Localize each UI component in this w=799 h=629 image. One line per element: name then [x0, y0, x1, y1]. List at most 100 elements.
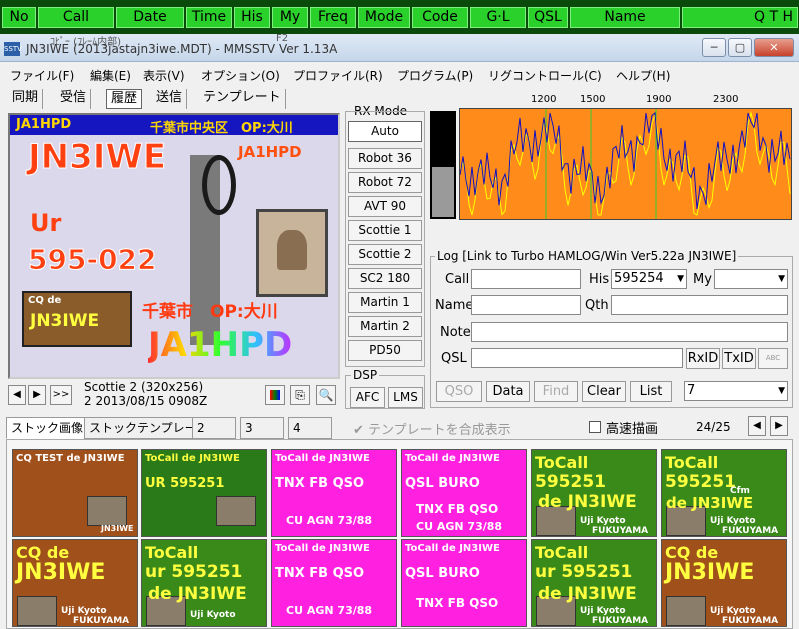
stock-tab-images[interactable]: ストック画像 [6, 417, 89, 439]
stock-thumbnail[interactable]: CQ de JN3IWE Uji Kyoto FUKUYAMA [661, 539, 787, 627]
stock-thumbnail[interactable]: ToCall de JN3IWE QSL BURO TNX FB QSO [401, 539, 527, 627]
tab-template[interactable]: テンプレート [199, 89, 286, 109]
rx-sc2-180-button[interactable]: SC2 180 [348, 268, 422, 289]
menu-option[interactable]: オプション(O) [201, 67, 280, 84]
col-my[interactable]: My [272, 7, 308, 28]
col-freq[interactable]: Freq [310, 7, 356, 28]
rx-martin1-button[interactable]: Martin 1 [348, 292, 422, 313]
stock-tab-2[interactable]: 2 [192, 417, 236, 439]
tab-sync[interactable]: 同期 [8, 89, 44, 109]
rx-auto-button[interactable]: Auto [348, 121, 422, 142]
list-button[interactable]: List [630, 381, 672, 402]
rx-scottie1-button[interactable]: Scottie 1 [348, 220, 422, 241]
col-gl[interactable]: G·L [470, 7, 526, 28]
rxid-button[interactable]: RxID [686, 348, 720, 369]
cq-inset: CQ de JN3IWE [22, 291, 132, 347]
menu-file[interactable]: ファイル(F) [10, 67, 74, 84]
thumbnail-text: FUKUYAMA [592, 616, 649, 626]
stock-thumbnail[interactable]: ToCall de JN3IWE QSL BURO TNX FB QSO CU AGN… [401, 449, 527, 537]
menu-rigcontrol[interactable]: リグコントロール(C) [488, 67, 602, 84]
stock-tab-3[interactable]: 3 [240, 417, 284, 439]
name-field[interactable] [471, 295, 581, 315]
menu-edit[interactable]: 編集(E) [90, 67, 131, 84]
rx-pd50-button[interactable]: PD50 [348, 340, 422, 361]
tab-send[interactable]: 送信 [152, 89, 188, 109]
col-call[interactable]: Call [38, 7, 114, 28]
afc-button[interactable]: AFC [350, 387, 385, 408]
spectrum-display[interactable] [459, 108, 792, 220]
note-field[interactable] [471, 322, 788, 342]
last-image-button[interactable]: >> [50, 385, 72, 405]
prev-image-button[interactable]: ◀ [8, 385, 26, 405]
col-qth[interactable]: Q T H [682, 7, 798, 28]
fast-draw-checkbox[interactable] [589, 421, 601, 433]
his-field[interactable]: 595254 ▼ [611, 269, 687, 289]
abc-checkbox[interactable]: ABC [758, 348, 788, 369]
rx-avt90-button[interactable]: AVT 90 [348, 196, 422, 217]
copy-icon[interactable]: ⎘ [290, 385, 310, 405]
thumbnail-line1: ToCall de JN3IWE [275, 453, 370, 464]
thumbnail-photo [216, 496, 256, 526]
stock-thumbnail[interactable]: ToCall ur 595251 de JN3IWE Uji Kyoto [141, 539, 267, 627]
tab-receive[interactable]: 受信 [56, 89, 92, 109]
color-icon[interactable] [265, 385, 285, 405]
qth-field[interactable] [611, 295, 788, 315]
maximize-button[interactable]: ▢ [728, 38, 752, 57]
stock-thumbnail[interactable]: CQ TEST de JN3IWE JN3IWE [12, 449, 138, 537]
thumbnail-line2: TNX FB QSO [275, 566, 365, 581]
col-time[interactable]: Time [186, 7, 232, 28]
stock-tab-4[interactable]: 4 [288, 417, 332, 439]
thumbnail-text: TNX FB QSO [416, 502, 499, 516]
col-date[interactable]: Date [116, 7, 184, 28]
minimize-button[interactable]: ─ [702, 38, 726, 57]
page-counter: 24/25 [696, 420, 731, 434]
rx-martin2-button[interactable]: Martin 2 [348, 316, 422, 337]
tab-history[interactable]: 履歴 [106, 89, 143, 109]
menu-view[interactable]: 表示(V) [143, 67, 185, 84]
data-button[interactable]: Data [486, 381, 530, 402]
template-overlay-checkbox[interactable]: ✔ テンプレートを合成表示 [353, 419, 511, 438]
stock-thumbnail[interactable]: ToCall de JN3IWE UR 595251 [141, 449, 267, 537]
lms-button[interactable]: LMS [388, 387, 423, 408]
thumbnail-line2: JN3IWE [665, 560, 755, 585]
stock-thumbnail[interactable]: ToCall ur 595251 de JN3IWE Uji Kyoto FUKUYAM… [531, 539, 657, 627]
received-image[interactable]: JA1HPD 千葉市中央区 OP:大川 JN3IWE JA1HPD Ur 595… [8, 113, 340, 379]
history-mode-info: Scottie 2 (320x256) [84, 380, 204, 394]
my-field[interactable]: ▼ [714, 269, 788, 289]
page-next-button[interactable]: ▶ [770, 416, 788, 436]
stock-thumbnail[interactable]: ToCall de JN3IWE TNX FB QSO CU AGN 73/88 [271, 449, 397, 537]
find-button[interactable]: Find [534, 381, 578, 402]
list-select[interactable]: 7 ▼ [684, 381, 788, 401]
thumbnail-line1: ToCall de JN3IWE [275, 543, 370, 554]
col-no[interactable]: No [2, 7, 36, 28]
col-qsl[interactable]: QSL [528, 7, 568, 28]
txid-button[interactable]: TxID [722, 348, 756, 369]
thumbnail-text: CU AGN 73/88 [286, 604, 373, 617]
zoom-icon[interactable]: 🔍 [316, 385, 336, 405]
rx-robot72-button[interactable]: Robot 72 [348, 172, 422, 193]
rx-scottie2-button[interactable]: Scottie 2 [348, 244, 422, 265]
stock-thumbnail[interactable]: ToCall 595251 Cfm de JN3IWE Uji Kyoto FUKUYAM… [661, 449, 787, 537]
image-big-call: JN3IWE [27, 137, 167, 178]
stock-thumbnail[interactable]: CQ de JN3IWE Uji Kyoto FUKUYAMA [12, 539, 138, 627]
menu-profile[interactable]: プロファイル(R) [293, 67, 383, 84]
stock-thumbnail[interactable]: ToCall de JN3IWE TNX FB QSO CU AGN 73/88 [271, 539, 397, 627]
template-overlay-label: テンプレートを合成表示 [368, 423, 511, 438]
close-button[interactable]: ✕ [754, 38, 794, 57]
menu-help[interactable]: ヘルプ(H) [616, 67, 670, 84]
call-field[interactable] [471, 269, 581, 289]
col-name[interactable]: Name [570, 7, 680, 28]
qsl-field[interactable] [471, 348, 683, 368]
menu-program[interactable]: プログラム(P) [397, 67, 473, 84]
col-mode[interactable]: Mode [358, 7, 410, 28]
col-his[interactable]: His [234, 7, 270, 28]
rx-robot36-button[interactable]: Robot 36 [348, 148, 422, 169]
col-code[interactable]: Code [412, 7, 468, 28]
page-prev-button[interactable]: ◀ [748, 416, 766, 436]
stock-thumbnail[interactable]: ToCall 595251 de JN3IWE Uji Kyoto FUKUYAMA [531, 449, 657, 537]
clear-button[interactable]: Clear [582, 381, 626, 402]
qso-button[interactable]: QSO [436, 381, 482, 402]
chevron-down-icon: ▼ [778, 386, 785, 396]
inset-cq: CQ de [28, 295, 62, 306]
next-image-button[interactable]: ▶ [28, 385, 46, 405]
